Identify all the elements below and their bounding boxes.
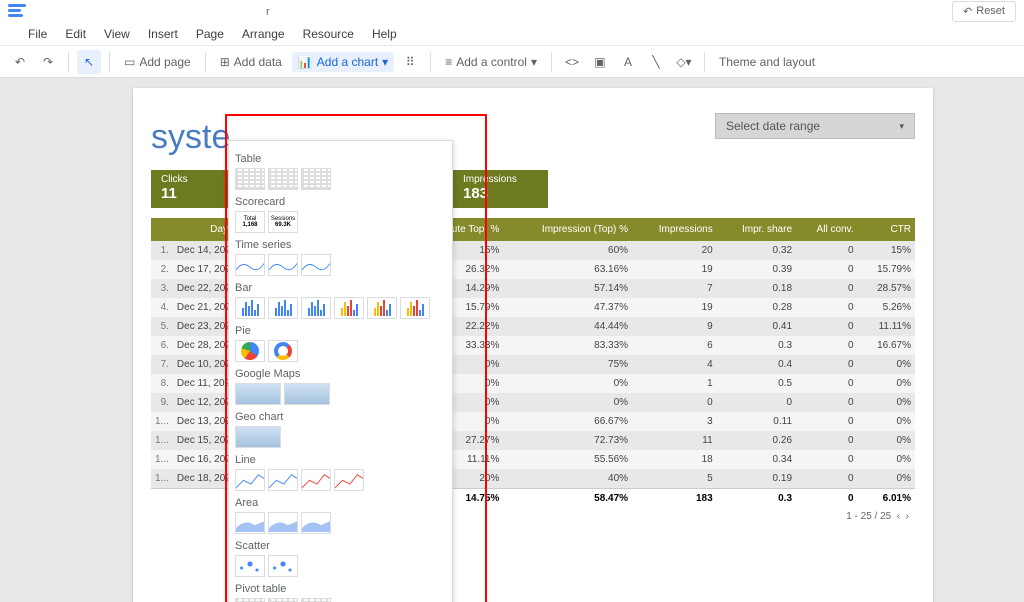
column-header[interactable]: All conv. — [796, 218, 858, 241]
chart-line-3[interactable] — [301, 469, 331, 491]
metric-label: Impressions — [463, 174, 538, 185]
chart-bar-4[interactable] — [334, 297, 364, 319]
dropdown-section-label: Pivot table — [235, 583, 446, 595]
column-header[interactable]: Impression (Top) % — [503, 218, 632, 241]
app-header: r ↶Reset — [0, 0, 1024, 22]
dropdown-section-label: Scorecard — [235, 196, 446, 208]
community-icon[interactable]: ⠿ — [398, 50, 422, 74]
canvas[interactable]: syste Select date range Clicks 11 Impres… — [0, 78, 1024, 602]
add-data-button[interactable]: ⊞Add data — [214, 52, 288, 72]
chart-pivot-2[interactable] — [268, 598, 298, 602]
undo-icon: ↶ — [963, 5, 972, 18]
chart-bar-2[interactable] — [268, 297, 298, 319]
dropdown-section-label: Table — [235, 153, 446, 165]
chart-icon: 📊 — [298, 55, 313, 69]
page-title[interactable]: syste — [151, 118, 230, 157]
pointer-icon[interactable]: ↖ — [77, 50, 101, 74]
add-chart-dropdown[interactable]: Table Scorecard Total1,168Sessions69.3K Tim… — [228, 140, 453, 602]
column-header[interactable]: Impr. share — [717, 218, 796, 241]
column-header[interactable] — [151, 218, 173, 241]
menu-resource[interactable]: Resource — [303, 27, 354, 41]
text-icon[interactable]: A — [616, 50, 640, 74]
chart-pivot-3[interactable] — [301, 598, 331, 602]
menu-file[interactable]: File — [28, 27, 47, 41]
chart-bar-1[interactable] — [235, 297, 265, 319]
chart-scorecard-2[interactable]: Sessions69.3K — [268, 211, 298, 233]
theme-button[interactable]: Theme and layout — [713, 52, 821, 72]
shape-icon[interactable]: ◇▾ — [672, 50, 696, 74]
chart-pie[interactable] — [235, 340, 265, 362]
dropdown-section-label: Time series — [235, 239, 446, 251]
dropdown-section-label: Geo chart — [235, 411, 446, 423]
chart-bar-6[interactable] — [400, 297, 430, 319]
metric-value: 11 — [161, 185, 236, 202]
metric-value: 183 — [463, 185, 538, 202]
chart-area-2[interactable] — [268, 512, 298, 534]
chart-pivot-1[interactable] — [235, 598, 265, 602]
menu-page[interactable]: Page — [196, 27, 224, 41]
chart-scatter-2[interactable] — [268, 555, 298, 577]
chart-donut[interactable] — [268, 340, 298, 362]
chart-timeseries-2[interactable] — [268, 254, 298, 276]
dropdown-section-label: Line — [235, 454, 446, 466]
chart-scorecard-1[interactable]: Total1,168 — [235, 211, 265, 233]
chart-geochart[interactable] — [235, 426, 281, 448]
chart-area-1[interactable] — [235, 512, 265, 534]
chart-googlemap-1[interactable] — [235, 383, 281, 405]
chart-table-1[interactable] — [235, 168, 265, 190]
dropdown-section-label: Area — [235, 497, 446, 509]
dropdown-section-label: Scatter — [235, 540, 446, 552]
menu-view[interactable]: View — [104, 27, 130, 41]
embed-icon[interactable]: <> — [560, 50, 584, 74]
app-logo-icon — [8, 4, 26, 18]
chart-timeseries-1[interactable] — [235, 254, 265, 276]
date-range-picker[interactable]: Select date range — [715, 113, 915, 139]
chart-line-4[interactable] — [334, 469, 364, 491]
chart-line-1[interactable] — [235, 469, 265, 491]
add-control-button[interactable]: ≡ Add a control ▾ — [439, 52, 543, 72]
toolbar: ↶ ↷ ↖ ▭Add page ⊞Add data 📊Add a chart ▾… — [0, 46, 1024, 78]
undo-icon[interactable]: ↶ — [8, 50, 32, 74]
menu-help[interactable]: Help — [372, 27, 397, 41]
metric-impressions[interactable]: Impressions 183 — [453, 170, 548, 208]
chart-googlemap-2[interactable] — [284, 383, 330, 405]
menu-insert[interactable]: Insert — [148, 27, 178, 41]
chart-bar-5[interactable] — [367, 297, 397, 319]
column-header[interactable]: CTR — [858, 218, 915, 241]
reset-button[interactable]: ↶Reset — [952, 1, 1016, 22]
chart-line-2[interactable] — [268, 469, 298, 491]
redo-icon[interactable]: ↷ — [36, 50, 60, 74]
add-chart-button[interactable]: 📊Add a chart ▾ — [292, 52, 394, 72]
add-page-button[interactable]: ▭Add page — [118, 52, 197, 72]
chart-area-3[interactable] — [301, 512, 331, 534]
dropdown-section-label: Bar — [235, 282, 446, 294]
chart-scatter-1[interactable] — [235, 555, 265, 577]
dropdown-section-label: Google Maps — [235, 368, 446, 380]
image-icon[interactable]: ▣ — [588, 50, 612, 74]
chart-table-3[interactable] — [301, 168, 331, 190]
line-icon[interactable]: ╲ — [644, 50, 668, 74]
chart-timeseries-3[interactable] — [301, 254, 331, 276]
menu-arrange[interactable]: Arrange — [242, 27, 285, 41]
menubar: File Edit View Insert Page Arrange Resou… — [0, 22, 1024, 46]
data-icon: ⊞ — [220, 55, 230, 69]
page-icon: ▭ — [124, 55, 135, 69]
menu-edit[interactable]: Edit — [65, 27, 86, 41]
dropdown-section-label: Pie — [235, 325, 446, 337]
metric-label: Clicks — [161, 174, 236, 185]
document-title[interactable]: r — [32, 3, 272, 19]
column-header[interactable]: Impressions — [632, 218, 717, 241]
chart-table-2[interactable] — [268, 168, 298, 190]
chart-bar-3[interactable] — [301, 297, 331, 319]
